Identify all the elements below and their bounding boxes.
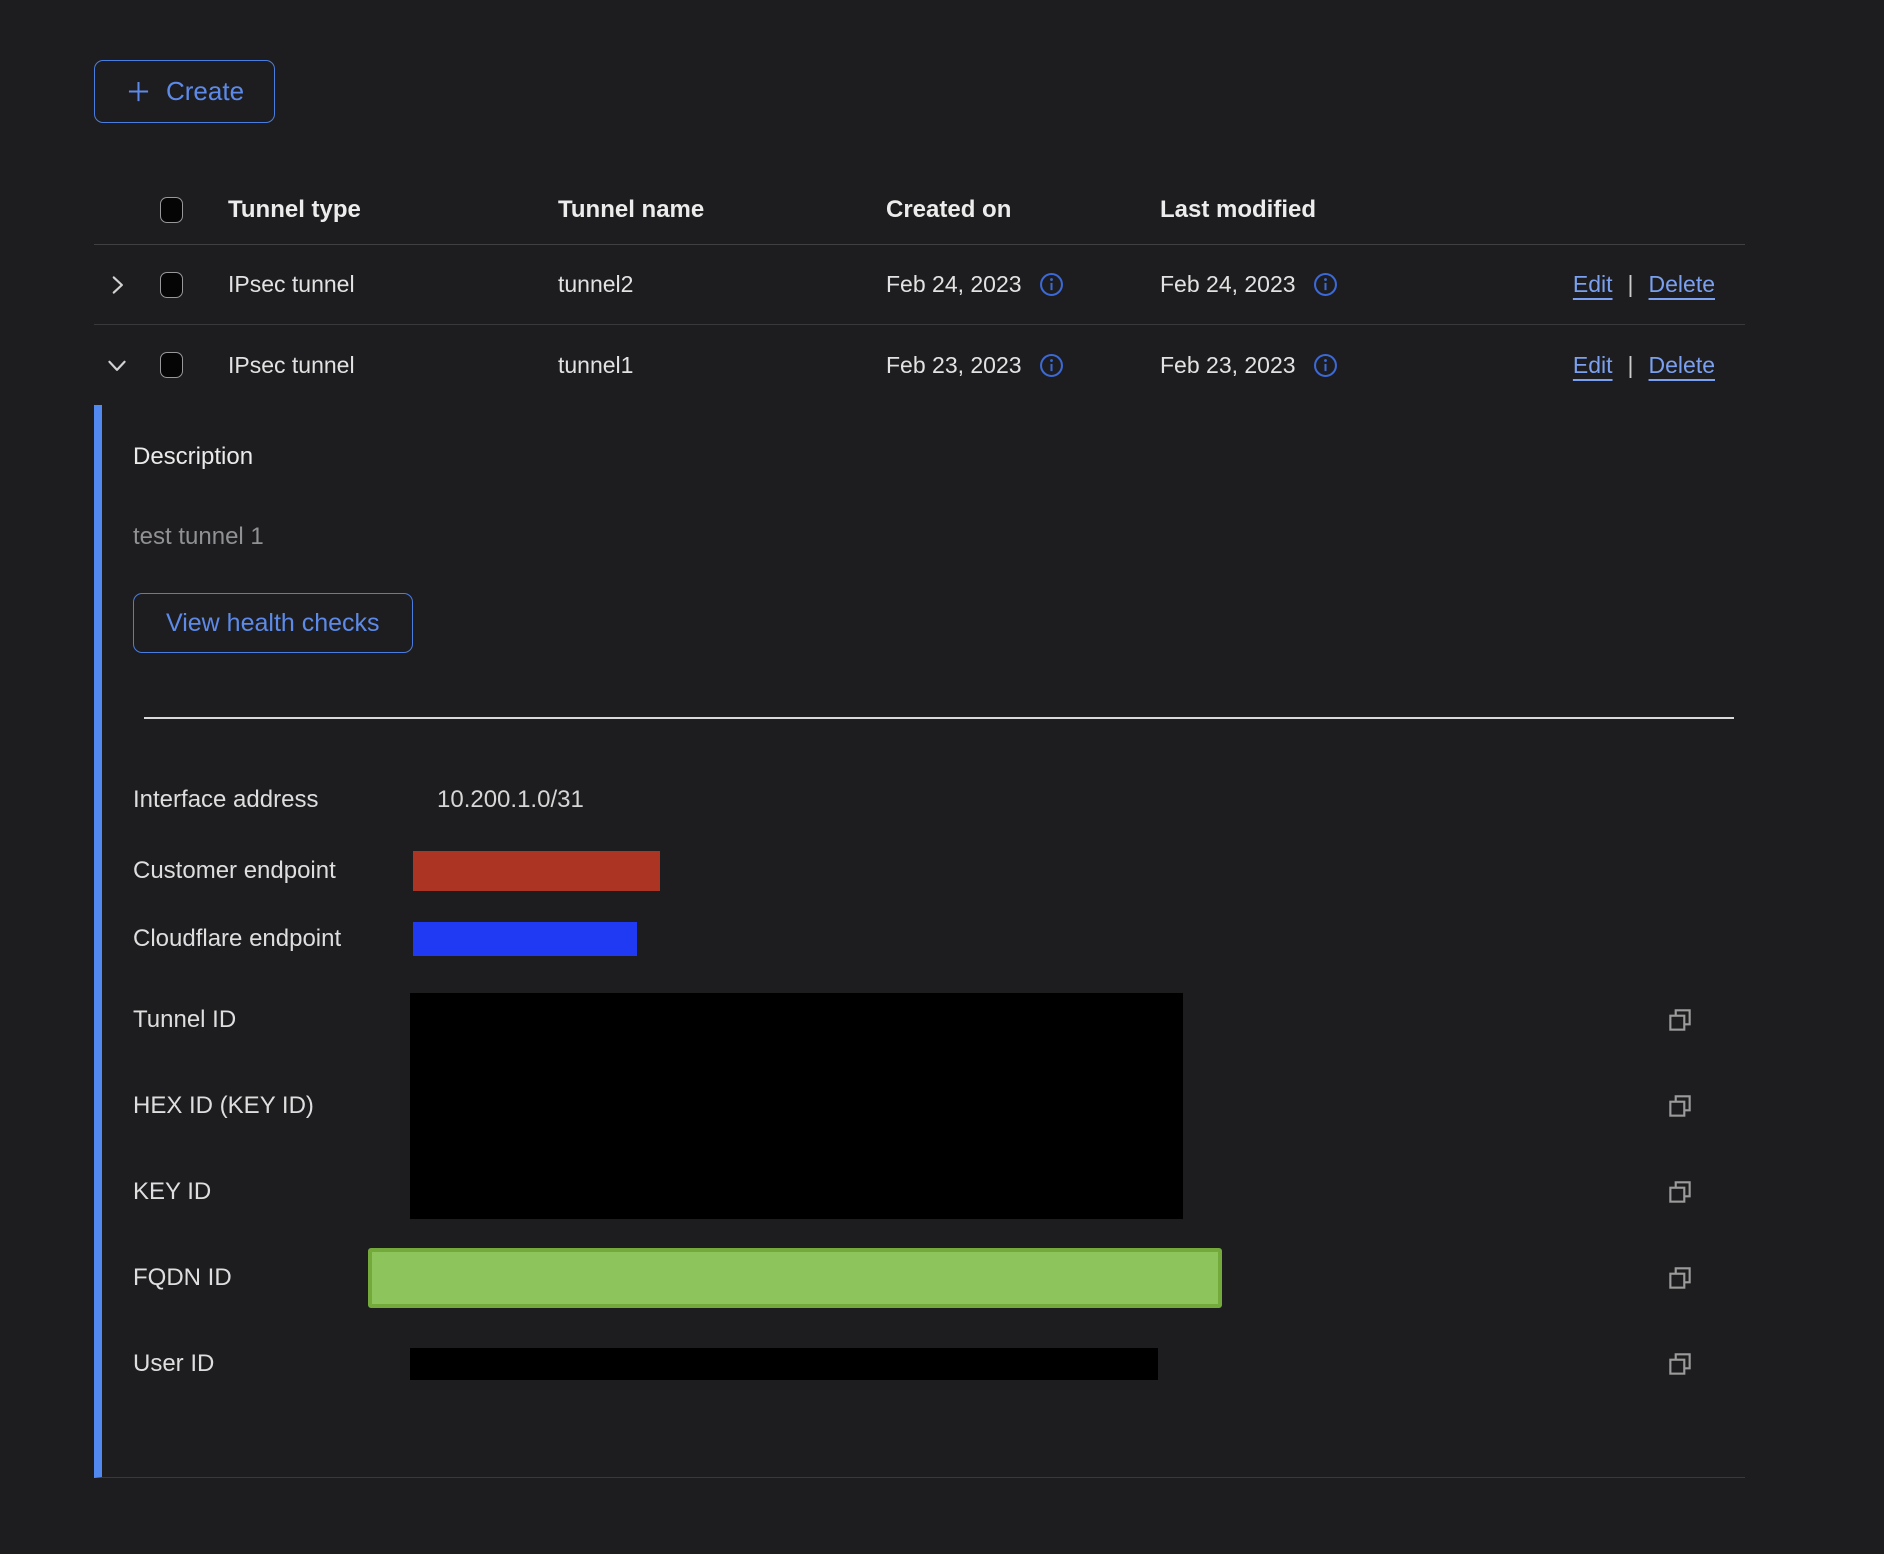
info-icon[interactable] xyxy=(1312,352,1339,379)
create-button-label: Create xyxy=(166,76,244,107)
cell-tunnel-name: tunnel2 xyxy=(558,271,886,298)
field-label-key-id: KEY ID xyxy=(133,1178,410,1206)
info-icon[interactable] xyxy=(1038,271,1065,298)
description-text: test tunnel 1 xyxy=(133,523,1745,551)
info-icon[interactable] xyxy=(1312,271,1339,298)
redacted-user-id-value xyxy=(410,1348,1158,1380)
cell-created-on: Feb 24, 2023 xyxy=(886,271,1022,298)
cell-created-on: Feb 23, 2023 xyxy=(886,352,1022,379)
copy-icon xyxy=(1665,1005,1695,1035)
section-divider xyxy=(144,717,1734,719)
table-header-row: Tunnel type Tunnel name Created on Last … xyxy=(94,175,1745,245)
copy-key-id-button[interactable] xyxy=(1664,1176,1696,1208)
actions-separator: | xyxy=(1628,271,1634,298)
copy-icon xyxy=(1665,1091,1695,1121)
cell-last-modified: Feb 24, 2023 xyxy=(1160,271,1296,298)
select-all-checkbox[interactable] xyxy=(160,197,183,223)
info-icon[interactable] xyxy=(1038,352,1065,379)
field-label-tunnel-id: Tunnel ID xyxy=(133,1006,410,1034)
cell-tunnel-name: tunnel1 xyxy=(558,352,886,379)
copy-icon xyxy=(1665,1263,1695,1293)
field-label-user-id: User ID xyxy=(133,1350,410,1378)
field-label-hex-id: HEX ID (KEY ID) xyxy=(133,1092,410,1120)
plus-icon xyxy=(125,78,152,105)
chevron-down-icon xyxy=(104,352,130,378)
cell-last-modified: Feb 23, 2023 xyxy=(1160,352,1296,379)
column-header-tunnel-name: Tunnel name xyxy=(558,196,886,224)
field-value-interface-address: 10.200.1.0/31 xyxy=(437,786,584,814)
description-label: Description xyxy=(133,443,1745,471)
row-expander-expanded[interactable] xyxy=(104,352,130,378)
actions-separator: | xyxy=(1628,352,1634,379)
field-row-customer-endpoint: Customer endpoint xyxy=(133,849,1745,893)
field-label-interface-address: Interface address xyxy=(133,786,410,814)
expanded-row-panel: Description test tunnel 1 View health ch… xyxy=(94,405,1745,1478)
tunnels-table: Tunnel type Tunnel name Created on Last … xyxy=(94,175,1745,405)
copy-hex-id-button[interactable] xyxy=(1664,1090,1696,1122)
redacted-customer-endpoint-value xyxy=(413,851,660,891)
table-row-tunnel2: IPsec tunnel tunnel2 Feb 24, 2023 Feb 24… xyxy=(94,245,1745,325)
redacted-tunnel-hex-key-id-values xyxy=(410,993,1183,1219)
view-health-checks-button[interactable]: View health checks xyxy=(133,593,413,653)
id-fields-grid: Tunnel ID HEX ID (KEY ID) KEY ID FQDN ID… xyxy=(133,977,1745,1407)
cell-tunnel-type: IPsec tunnel xyxy=(228,271,558,298)
table-row-tunnel1: IPsec tunnel tunnel1 Feb 23, 2023 Feb 23… xyxy=(94,325,1745,405)
column-header-tunnel-type: Tunnel type xyxy=(228,196,558,224)
copy-tunnel-id-button[interactable] xyxy=(1664,1004,1696,1036)
copy-icon xyxy=(1665,1349,1695,1379)
copy-fqdn-id-button[interactable] xyxy=(1664,1262,1696,1294)
edit-link[interactable]: Edit xyxy=(1573,271,1613,298)
delete-link[interactable]: Delete xyxy=(1649,352,1715,379)
chevron-right-icon xyxy=(104,272,130,298)
field-row-interface-address: Interface address 10.200.1.0/31 xyxy=(133,785,1745,815)
row-checkbox[interactable] xyxy=(160,352,183,378)
row-checkbox[interactable] xyxy=(160,272,183,298)
delete-link[interactable]: Delete xyxy=(1649,271,1715,298)
field-row-cloudflare-endpoint: Cloudflare endpoint xyxy=(133,919,1745,959)
copy-user-id-button[interactable] xyxy=(1664,1348,1696,1380)
field-label-customer-endpoint: Customer endpoint xyxy=(133,857,410,885)
redacted-fqdn-id-value xyxy=(368,1248,1222,1308)
cell-tunnel-type: IPsec tunnel xyxy=(228,352,558,379)
create-button[interactable]: Create xyxy=(94,60,275,123)
field-label-cloudflare-endpoint: Cloudflare endpoint xyxy=(133,925,410,953)
copy-icon xyxy=(1665,1177,1695,1207)
row-expander-collapsed[interactable] xyxy=(104,272,130,298)
edit-link[interactable]: Edit xyxy=(1573,352,1613,379)
redacted-cloudflare-endpoint-value xyxy=(413,922,637,956)
column-header-last-modified: Last modified xyxy=(1160,196,1444,224)
column-header-created-on: Created on xyxy=(886,196,1160,224)
